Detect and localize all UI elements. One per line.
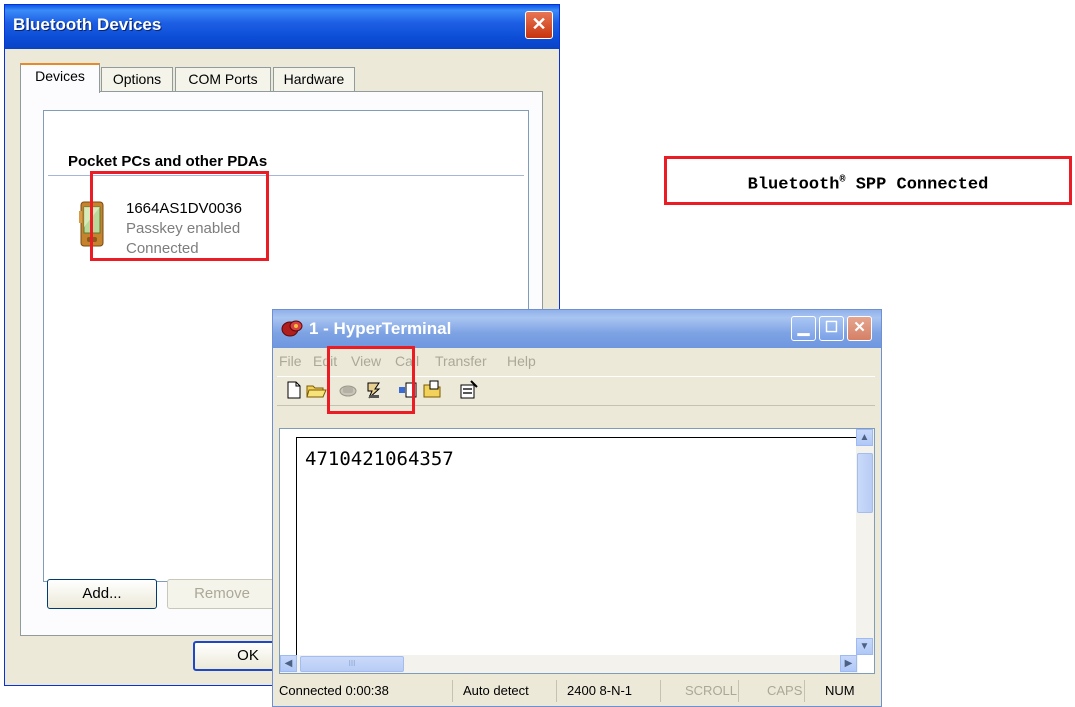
tab-devices[interactable]: Devices [20,63,100,93]
terminal-client-area: 4710421064357 ▲ ▼ ◀ III ▶ [279,428,875,674]
open-icon[interactable] [305,379,327,401]
status-port-settings: 2400 8-N-1 [565,680,661,702]
scroll-down-button[interactable]: ▼ [856,638,873,655]
horizontal-scroll-thumb[interactable]: III [300,656,404,672]
spp-connected-callout: Bluetooth® SPP Connected [664,156,1072,205]
properties-icon[interactable] [457,379,479,401]
tab-com-ports[interactable]: COM Ports [175,67,271,91]
callout-text-after: SPP Connected [845,175,989,195]
vertical-scroll-thumb[interactable] [857,453,873,513]
title-bar[interactable]: Bluetooth Devices ✕ [5,5,559,49]
window-title: Bluetooth Devices [13,15,162,34]
vertical-scrollbar[interactable]: ▲ ▼ [856,429,874,655]
new-icon[interactable] [283,379,305,401]
menu-transfer[interactable]: Transfer [435,353,487,369]
group-heading: Pocket PCs and other PDAs [68,153,268,170]
horizontal-scrollbar[interactable]: ◀ III ▶ [280,655,858,673]
hyperterminal-app-icon[interactable] [281,318,303,338]
status-bar: Connected 0:00:38 Auto detect 2400 8-N-1… [277,678,877,704]
maximize-button[interactable]: ☐ [819,316,844,341]
status-scroll-lock: SCROLL [683,680,739,702]
terminal-output: 4710421064357 [305,448,454,470]
window-title: 1 - HyperTerminal [309,319,452,338]
close-button[interactable]: ✕ [847,316,872,341]
menu-file[interactable]: File [279,353,302,369]
status-caps-lock: CAPS [765,680,805,702]
tab-options[interactable]: Options [101,67,173,91]
minimize-button[interactable]: ▁ [791,316,816,341]
callout-text-before: Bluetooth [747,175,840,195]
status-connected-time: Connected 0:00:38 [277,680,453,702]
status-num-lock: NUM [825,683,855,698]
toolbar-highlight-box [327,346,415,414]
scroll-up-button[interactable]: ▲ [856,429,873,446]
menu-help[interactable]: Help [507,353,536,369]
receive-icon[interactable] [421,379,443,401]
add-button[interactable]: Add... [47,579,157,609]
title-bar[interactable]: 1 - HyperTerminal ▁ ☐ ✕ [273,310,881,348]
terminal-screen[interactable]: 4710421064357 [296,437,858,663]
scroll-right-button[interactable]: ▶ [840,655,857,672]
remove-button[interactable]: Remove [167,579,277,609]
status-detect: Auto detect [461,680,557,702]
device-highlight-box [90,171,269,261]
tab-hardware[interactable]: Hardware [273,67,355,91]
scroll-left-button[interactable]: ◀ [280,655,297,672]
close-button[interactable]: ✕ [525,11,553,39]
